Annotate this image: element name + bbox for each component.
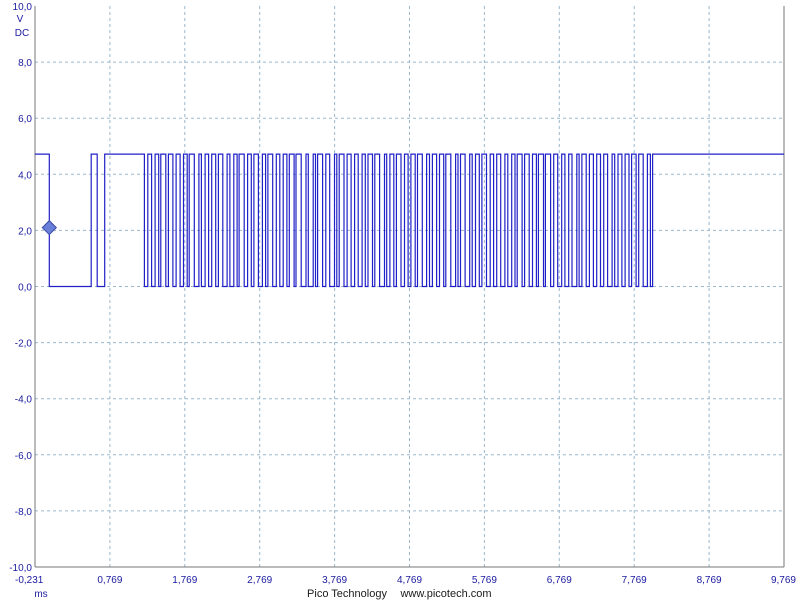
x-unit-label: ms <box>34 589 47 600</box>
x-tick-label: 5,769 <box>472 575 497 586</box>
y-axis-ticks: -10,0 -8,0 -6,0 -4,0 -2,0 0,0 2,0 4,0 6,0 8,0 10,0 <box>9 2 32 574</box>
coupling-label: DC <box>15 28 29 39</box>
oscilloscope-plot: -10,0 -8,0 -6,0 -4,0 -2,0 0,0 2,0 4,0 6,0 8,0 10,0… <box>9 2 796 600</box>
y-tick-label: -8,0 <box>15 507 33 518</box>
x-tick-label: 6,769 <box>547 575 572 586</box>
y-tick-label: 2,0 <box>18 226 32 237</box>
footer-brand: Pico Technology <box>307 588 387 600</box>
x-tick-label: 3,769 <box>322 575 347 586</box>
x-tick-label: 0,769 <box>97 575 122 586</box>
footer-url: www.picotech.com <box>399 588 491 600</box>
y-tick-label: 4,0 <box>18 170 32 181</box>
y-tick-label: 10,0 <box>13 2 33 13</box>
y-tick-label: -10,0 <box>9 563 32 574</box>
x-axis-ticks: -0,231 0,769 1,769 2,769 3,769 4,769 5,769 6,76… <box>15 575 796 586</box>
x-tick-label: 2,769 <box>247 575 272 586</box>
x-tick-label: 9,769 <box>771 575 796 586</box>
trigger-marker[interactable] <box>41 219 58 236</box>
y-tick-label: 0,0 <box>18 283 32 294</box>
x-tick-label: 7,769 <box>622 575 647 586</box>
y-unit-label: V <box>17 14 24 25</box>
y-tick-label: 6,0 <box>18 114 32 125</box>
x-tick-label: -0,231 <box>15 575 44 586</box>
x-tick-label: 8,769 <box>697 575 722 586</box>
x-tick-label: 4,769 <box>397 575 422 586</box>
trigger-marker-group <box>41 219 58 236</box>
y-tick-label: 8,0 <box>18 58 32 69</box>
y-tick-label: -4,0 <box>15 395 33 406</box>
y-tick-label: -6,0 <box>15 451 33 462</box>
x-tick-label: 1,769 <box>172 575 197 586</box>
y-tick-label: -2,0 <box>15 339 33 350</box>
